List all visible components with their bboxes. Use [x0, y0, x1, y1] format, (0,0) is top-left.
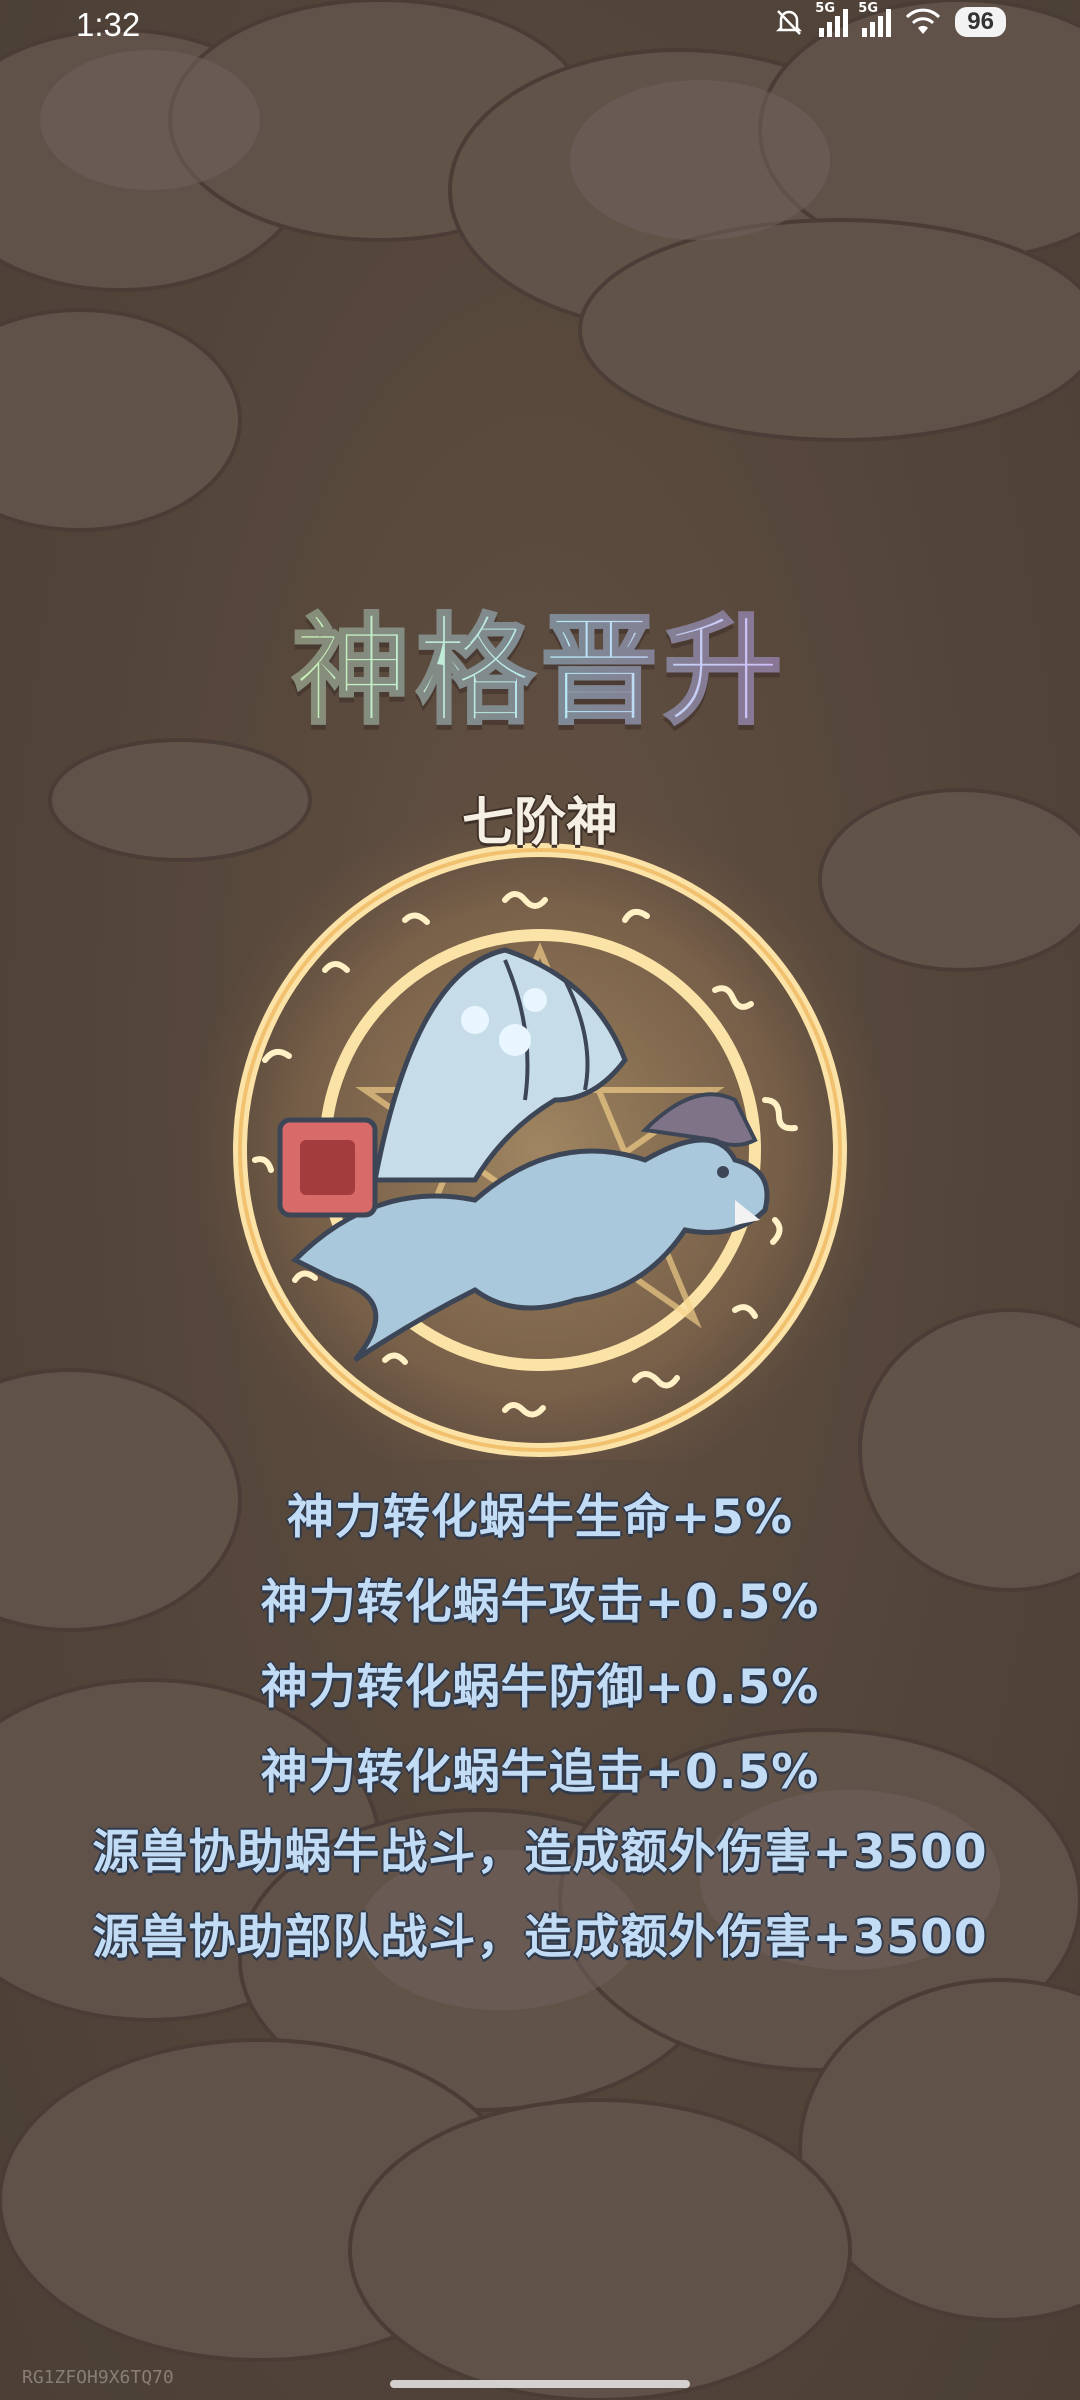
- signal-icon: 5G: [815, 1, 849, 37]
- bonus-line: 神力转化蜗牛防御+0.5%: [260, 1660, 820, 1715]
- god-rank-label: 七阶神: [461, 793, 618, 853]
- status-icons: 5G 5G 96: [773, 1, 1006, 38]
- status-bar: 1:32 5G 5G 96: [0, 0, 1080, 52]
- bonus-line: 源兽协助蜗牛战斗，造成额外伤害+3500: [92, 1825, 988, 1880]
- status-time: 1:32: [76, 6, 141, 43]
- wifi-icon: [906, 8, 941, 34]
- magic-circle: [190, 800, 890, 1460]
- watermark: RG1ZFOH9X6TQ70: [22, 2367, 174, 2388]
- bonus-line: 神力转化蜗牛生命+5%: [286, 1490, 794, 1545]
- mute-bell-icon: [776, 10, 803, 35]
- page-title: 神格晋升: [0, 575, 1080, 746]
- bonus-line: 神力转化蜗牛追击+0.5%: [260, 1745, 820, 1800]
- bonus-line: 神力转化蜗牛攻击+0.5%: [260, 1575, 820, 1630]
- signal-icon: 5G: [858, 1, 892, 37]
- home-indicator[interactable]: [390, 2380, 690, 2388]
- bonus-line: 源兽协助部队战斗，造成额外伤害+3500: [92, 1910, 988, 1965]
- battery-icon: 96: [955, 7, 1006, 37]
